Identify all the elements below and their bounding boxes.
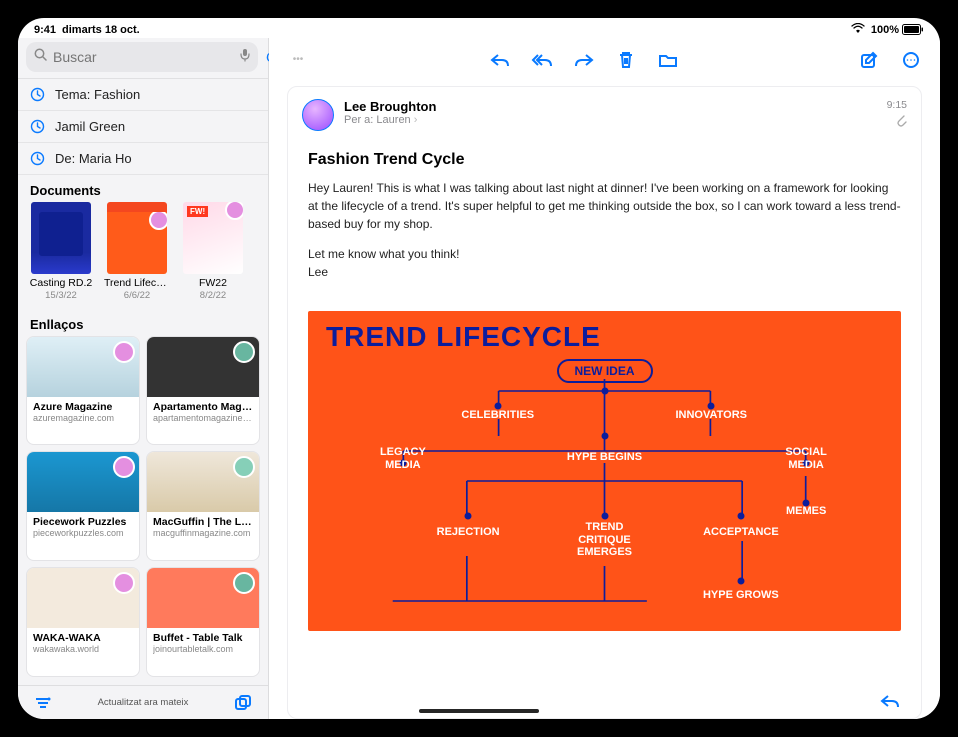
- dictation-icon[interactable]: [240, 48, 250, 67]
- suggestion-row[interactable]: Jamil Green: [18, 111, 268, 143]
- node-legacy-media: LEGACY MEDIA: [380, 446, 426, 471]
- compose-button[interactable]: [858, 49, 880, 71]
- sender-name[interactable]: Lee Broughton: [344, 99, 877, 114]
- document-thumb: [31, 202, 91, 274]
- suggestion-row[interactable]: De: Maria Ho: [18, 143, 268, 175]
- search-icon: [34, 48, 47, 66]
- filter-button[interactable]: [32, 692, 54, 714]
- link-title: Piecework Puzzles: [33, 516, 133, 528]
- link-card[interactable]: Azure Magazineazuremagazine.com: [26, 336, 140, 446]
- link-thumb: [27, 568, 139, 628]
- home-indicator[interactable]: [419, 709, 539, 713]
- link-thumb: [27, 337, 139, 397]
- suggestion-label: Jamil Green: [55, 119, 125, 134]
- document-card[interactable]: Trend Lifecycle 6/6/22: [104, 202, 170, 301]
- link-thumb: [27, 452, 139, 512]
- sender-avatar-badge: [233, 456, 255, 478]
- link-title: Apartamento Maga...: [153, 401, 253, 413]
- node-hype-grows: HYPE GROWS: [703, 589, 779, 602]
- wifi-icon: [851, 23, 865, 36]
- link-card[interactable]: MacGuffin | The Lif...macguffinmagazine.…: [146, 451, 260, 561]
- recent-icon: [30, 119, 45, 134]
- email-body: Hey Lauren! This is what I was talking a…: [288, 175, 921, 303]
- search-input[interactable]: [53, 49, 234, 65]
- attachment-icon: [895, 113, 907, 130]
- link-thumb: [147, 337, 259, 397]
- document-date: 6/6/22: [104, 290, 170, 301]
- link-domain: wakawaka.world: [33, 644, 133, 654]
- sender-avatar-badge: [149, 210, 167, 230]
- links-header: Enllaços: [18, 309, 268, 336]
- node-critique: TREND CRITIQUE EMERGES: [577, 521, 632, 559]
- battery-indicator: 100%: [871, 24, 924, 36]
- attachment-image[interactable]: TREND LIFECYCLE: [308, 311, 901, 631]
- window-grip-icon[interactable]: •••: [287, 57, 309, 63]
- sender-avatar-badge: [113, 572, 135, 594]
- search-field[interactable]: [26, 42, 258, 72]
- link-domain: macguffinmagazine.com: [153, 528, 253, 538]
- link-title: WAKA-WAKA: [33, 632, 133, 644]
- fw-badge: FW!: [187, 206, 208, 217]
- sender-avatar-badge: [233, 572, 255, 594]
- status-date: dimarts 18 oct.: [62, 24, 140, 36]
- recent-icon: [30, 87, 45, 102]
- recipients-line[interactable]: Per a: Lauren ›: [344, 114, 877, 126]
- chip-new-idea: NEW IDEA: [557, 359, 653, 383]
- reply-button[interactable]: [489, 49, 511, 71]
- link-domain: pieceworkpuzzles.com: [33, 528, 133, 538]
- reply-all-button[interactable]: [531, 49, 553, 71]
- link-title: MacGuffin | The Lif...: [153, 516, 253, 528]
- link-thumb: [147, 452, 259, 512]
- node-acceptance: ACCEPTANCE: [703, 526, 779, 539]
- reply-button-footer[interactable]: [879, 690, 901, 712]
- document-card[interactable]: Casting RD.2 15/3/22: [28, 202, 94, 301]
- document-thumb: FW!: [183, 202, 243, 274]
- node-hype-begins: HYPE BEGINS: [567, 451, 642, 464]
- node-social-media: SOCIAL MEDIA: [785, 446, 827, 471]
- link-domain: apartamentomagazine.c...: [153, 413, 253, 423]
- email-time: 9:15: [887, 99, 907, 111]
- status-time: 9:41: [34, 24, 56, 36]
- more-button[interactable]: [900, 49, 922, 71]
- sender-avatar-badge: [113, 456, 135, 478]
- chevron-right-icon: ›: [414, 114, 418, 126]
- link-title: Azure Magazine: [33, 401, 133, 413]
- suggestion-label: Tema: Fashion: [55, 87, 140, 102]
- document-card[interactable]: FW! FW22 8/2/22: [180, 202, 246, 301]
- link-card[interactable]: Buffet - Table Talkjoinourtabletalk.com: [146, 567, 260, 677]
- trash-button[interactable]: [615, 49, 637, 71]
- document-date: 15/3/22: [28, 290, 94, 301]
- forward-button[interactable]: [573, 49, 595, 71]
- suggestion-row[interactable]: Tema: Fashion: [18, 79, 268, 111]
- documents-header: Documents: [18, 175, 268, 202]
- email-subject: Fashion Trend Cycle: [288, 135, 921, 175]
- sync-status: Actualitzat ara mateix: [54, 697, 232, 708]
- link-card[interactable]: Piecework Puzzlespieceworkpuzzles.com: [26, 451, 140, 561]
- link-domain: azuremagazine.com: [33, 413, 133, 423]
- node-memes: MEMES: [786, 505, 826, 518]
- node-rejection: REJECTION: [437, 526, 500, 539]
- sender-avatar-badge: [233, 341, 255, 363]
- link-domain: joinourtabletalk.com: [153, 644, 253, 654]
- recent-icon: [30, 151, 45, 166]
- suggestion-label: De: Maria Ho: [55, 151, 132, 166]
- link-card[interactable]: WAKA-WAKAwakawaka.world: [26, 567, 140, 677]
- document-date: 8/2/22: [180, 290, 246, 301]
- link-thumb: [147, 568, 259, 628]
- document-thumb: [107, 202, 167, 274]
- document-name: Casting RD.2: [28, 278, 94, 290]
- document-name: Trend Lifecycle: [104, 278, 170, 290]
- link-title: Buffet - Table Talk: [153, 632, 253, 644]
- new-window-button[interactable]: [232, 692, 254, 714]
- sender-avatar[interactable]: [302, 99, 334, 131]
- node-celebrities: CELEBRITIES: [461, 409, 534, 422]
- sender-avatar-badge: [113, 341, 135, 363]
- node-innovators: INNOVATORS: [675, 409, 747, 422]
- sender-avatar-badge: [225, 202, 243, 220]
- move-button[interactable]: [657, 49, 679, 71]
- document-name: FW22: [180, 278, 246, 290]
- link-card[interactable]: Apartamento Maga...apartamentomagazine.c…: [146, 336, 260, 446]
